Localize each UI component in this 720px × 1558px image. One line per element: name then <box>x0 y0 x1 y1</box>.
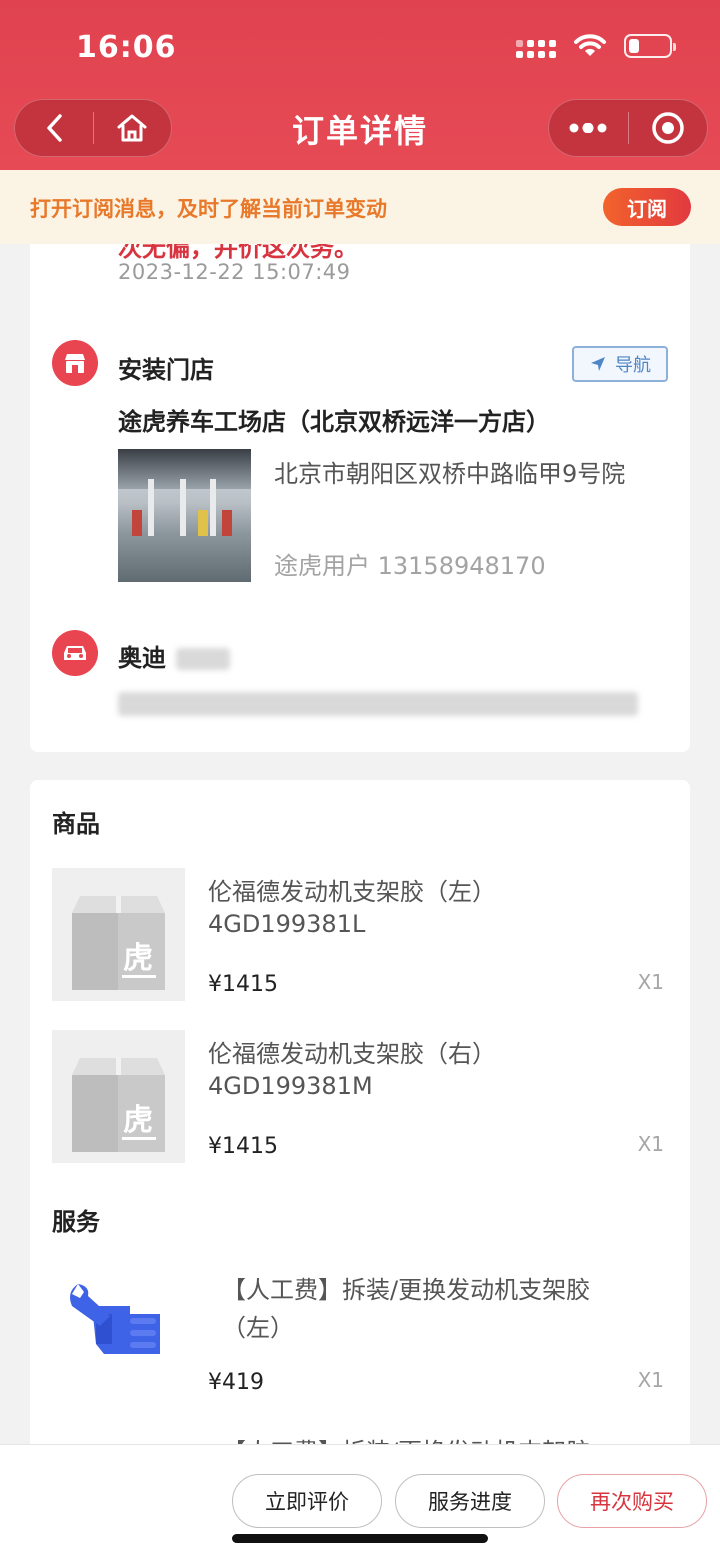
goods-price: ¥1415 <box>208 1134 278 1159</box>
service-progress-button[interactable]: 服务进度 <box>395 1474 545 1528</box>
goods-quantity: X1 <box>637 970 664 994</box>
store-contact: 途虎用户 13158948170 <box>274 552 546 580</box>
rebuy-button[interactable]: 再次购买 <box>557 1474 707 1528</box>
car-model-redacted <box>176 648 230 670</box>
goods-image[interactable]: 虎 <box>52 868 185 1001</box>
goods-name: 伦福德发动机支架胶（左） <box>208 878 496 906</box>
nav-capsule-right <box>548 99 708 157</box>
target-circle-icon <box>652 112 684 144</box>
goods-code: 4GD199381M <box>208 1072 373 1100</box>
service-quantity: X1 <box>637 1368 664 1392</box>
goods-code: 4GD199381L <box>208 910 366 938</box>
service-name-line2: （左） <box>222 1314 294 1342</box>
service-name: 【人工费】拆装/更换发动机支架胶 <box>222 1276 591 1304</box>
goods-name: 伦福德发动机支架胶（右） <box>208 1040 496 1068</box>
product-box-icon: 虎 <box>52 1030 185 1163</box>
car-spec-redacted <box>118 692 638 716</box>
service-image[interactable] <box>52 1264 185 1397</box>
product-box-icon: 虎 <box>52 868 185 1001</box>
order-info-card: 次无偏，并价这次务。 2023-12-22 15:07:49 安装门店 导航 途… <box>30 244 690 752</box>
battery-icon <box>624 34 676 58</box>
navigation-arrow-icon <box>591 357 605 371</box>
subscribe-button[interactable]: 订阅 <box>603 188 691 226</box>
goods-image[interactable]: 虎 <box>52 1030 185 1163</box>
store-name: 途虎养车工场店（北京双桥远洋一方店） <box>118 408 550 436</box>
header: 16:06 订单详情 <box>0 0 720 170</box>
navigate-label: 导航 <box>615 355 651 376</box>
review-button[interactable]: 立即评价 <box>232 1474 382 1528</box>
goods-quantity: X1 <box>637 1132 664 1156</box>
status-icons <box>516 34 676 58</box>
store-section-title: 安装门店 <box>118 356 214 384</box>
car-brand: 奥迪 <box>118 644 166 672</box>
cellular-signal-icon <box>516 34 556 58</box>
wifi-icon <box>574 34 606 56</box>
close-miniapp-button[interactable] <box>629 100 708 156</box>
status-time: 16:06 <box>76 30 177 65</box>
wrench-hand-icon <box>70 1284 160 1354</box>
svg-text:虎: 虎 <box>123 1103 153 1138</box>
services-section-title: 服务 <box>52 1208 100 1236</box>
store-photo[interactable] <box>118 449 251 582</box>
home-indicator <box>232 1534 488 1543</box>
store-icon <box>52 340 98 386</box>
goods-section-title: 商品 <box>52 810 100 838</box>
service-price: ¥419 <box>208 1370 264 1395</box>
svg-text:虎: 虎 <box>123 941 153 976</box>
goods-price: ¥1415 <box>208 972 278 997</box>
subscribe-text: 打开订阅消息，及时了解当前订单变动 <box>30 197 387 221</box>
timeline-timestamp: 2023-12-22 15:07:49 <box>118 260 351 284</box>
navigate-button[interactable]: 导航 <box>572 346 668 382</box>
more-dots-icon <box>569 123 607 133</box>
store-address: 北京市朝阳区双桥中路临甲9号院 <box>274 460 626 488</box>
more-button[interactable] <box>549 100 628 156</box>
car-icon <box>52 630 98 676</box>
goods-services-card: 商品 虎 伦福德发动机支架胶（左） 4GD199381L ¥1415 X1 虎 … <box>30 780 690 1480</box>
